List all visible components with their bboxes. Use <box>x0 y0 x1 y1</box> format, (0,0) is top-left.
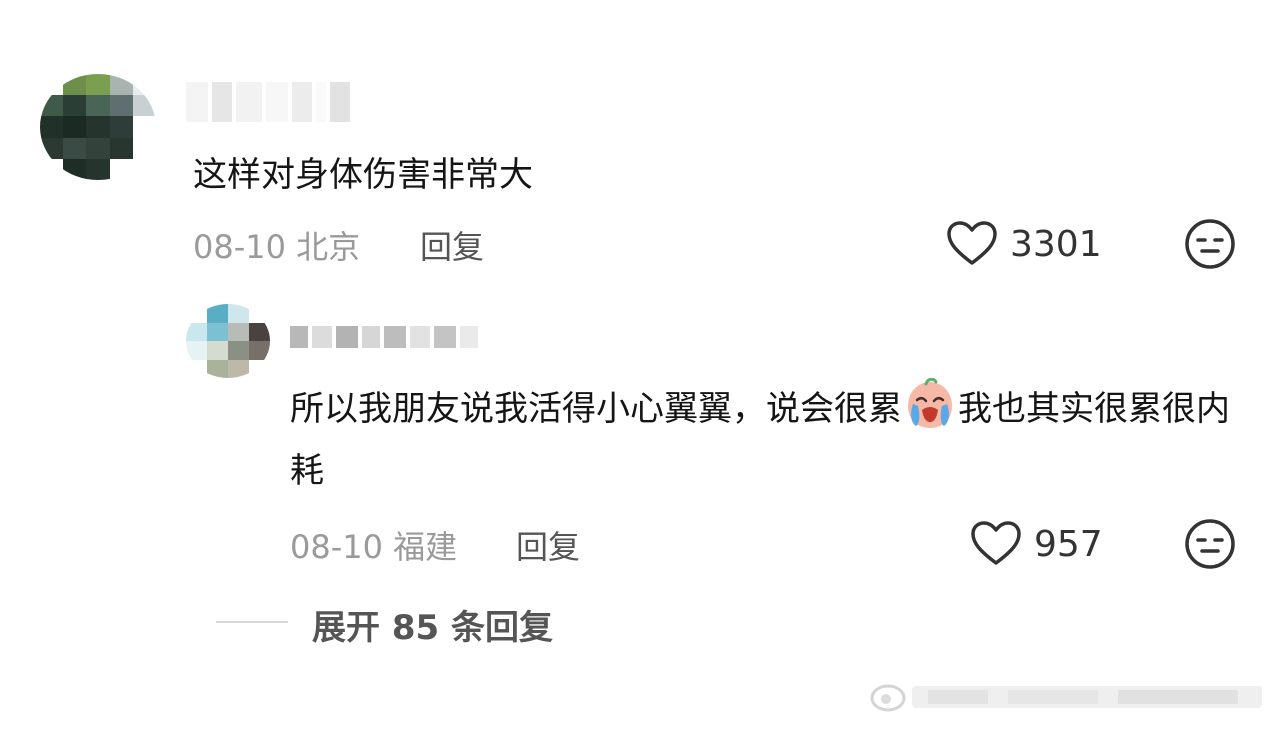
watermark-logo <box>870 684 1262 712</box>
like-count: 3301 <box>1010 224 1102 265</box>
like-count: 957 <box>1034 524 1103 565</box>
avatar[interactable] <box>186 304 270 378</box>
comment-text: 所以我朋友说我活得小心翼翼，说会很累 我也其实很累很内耗 <box>290 378 1230 502</box>
crying-face-icon <box>908 378 952 428</box>
username-blurred[interactable] <box>186 82 350 122</box>
divider-line <box>216 621 288 623</box>
reply-button[interactable]: 回复 <box>420 222 484 268</box>
comment-date: 08-10 <box>290 528 383 566</box>
heart-outline-icon[interactable] <box>946 220 998 266</box>
reply-button[interactable]: 回复 <box>516 522 580 568</box>
heart-outline-icon[interactable] <box>970 520 1022 566</box>
expand-replies-button[interactable]: 展开 85 条回复 <box>312 600 553 649</box>
comment-location: 福建 <box>393 528 458 566</box>
username-blurred[interactable] <box>290 326 478 348</box>
neutral-face-icon[interactable] <box>1184 218 1236 270</box>
comment-meta: 08-10 北京 <box>193 222 360 268</box>
comment-location: 北京 <box>296 228 361 266</box>
comment-meta: 08-10 福建 <box>290 522 457 568</box>
comment-date: 08-10 <box>193 228 286 266</box>
neutral-face-icon[interactable] <box>1184 518 1236 570</box>
avatar[interactable] <box>40 74 156 180</box>
comment-text: 这样对身体伤害非常大 <box>193 155 533 195</box>
comment-text-part: 所以我朋友说我活得小心翼翼，说会很累 <box>290 389 902 429</box>
